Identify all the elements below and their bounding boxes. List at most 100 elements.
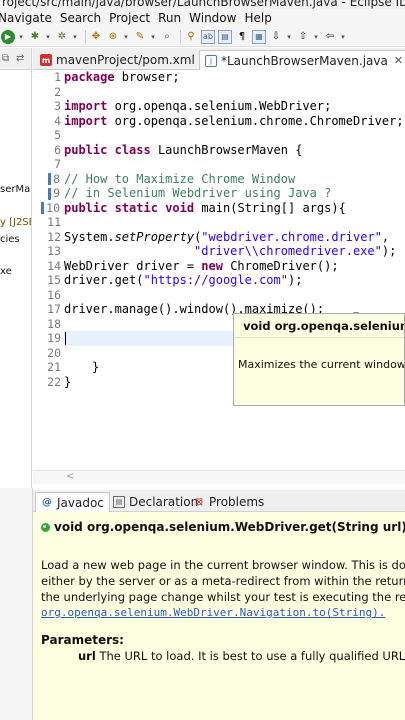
code-line: package browser; [64, 70, 180, 84]
left-panel-bottom-strip [0, 488, 33, 720]
package-explorer-tabbar: ⧉ ⇄ [0, 48, 31, 70]
menu-navigate[interactable]: Navigate [0, 11, 56, 25]
new-class-icon[interactable]: ⊛ [106, 30, 120, 44]
change-marker-icon [48, 173, 52, 185]
window-title-bar: roject/src/main/java/browser/LaunchBrows… [0, 0, 405, 9]
line-number-annotated: 9 [34, 186, 60, 201]
next-annotation-icon[interactable]: ⇩ [269, 30, 283, 44]
line-number: 2 [54, 84, 61, 99]
hover-javadoc-tooltip: void org.openqa.selenium.W Maximizes the… [233, 313, 405, 406]
new-class-dropdown-icon[interactable]: ▾ [123, 30, 129, 44]
javadoc-view: @ Javadoc ▤ Declaration ⊠ Problems void … [33, 490, 405, 720]
line-number: 6 [54, 142, 61, 157]
maven-icon: m [40, 54, 52, 66]
tab-problems[interactable]: ⊠ Problems [188, 492, 269, 512]
menu-bar: Navigate Search Project Run Window Help [0, 9, 405, 27]
line-number: 14 [47, 258, 61, 273]
package-explorer: ⧉ ⇄ serMa y [J2SE cies xe [0, 48, 32, 488]
editor-horizontal-scrollbar[interactable]: < [33, 470, 405, 484]
line-number: 20 [47, 345, 61, 360]
line-number: 7 [54, 157, 61, 171]
link-with-editor-icon[interactable]: ⇄ [16, 53, 24, 64]
toolbar-separator [180, 29, 181, 44]
tooltip-header: void org.openqa.selenium.W [234, 314, 404, 338]
change-marker-icon [41, 202, 45, 214]
javadoc-signature: void org.openqa.selenium.WebDriver.get(S… [41, 520, 405, 534]
bottom-tabbar: @ Javadoc ▤ Declaration ⊠ Problems [33, 490, 405, 512]
code-line: } [92, 360, 100, 374]
pin-icon[interactable]: ⚲ [184, 30, 198, 44]
javadoc-link-navigation-to[interactable]: org.openqa.selenium.WebDriver.Navigation… [41, 606, 385, 619]
show-whitespace-icon[interactable]: ¶ [235, 30, 249, 44]
code-line: System.setProperty("webdriver.chrome.dri… [64, 229, 390, 244]
line-number-annotated: 10 [34, 201, 60, 216]
toggle-block-selection-icon[interactable]: ▤ [218, 29, 232, 44]
new-package-icon[interactable]: ✥ [89, 30, 103, 44]
line-number: 15 [47, 273, 61, 287]
run-icon[interactable]: ▶ [1, 29, 15, 44]
run-dropdown-icon[interactable]: ▾ [18, 30, 24, 44]
previous-annotation-dropdown-icon[interactable]: ▾ [313, 30, 319, 44]
tooltip-signature: void org.openqa.selenium.W [243, 318, 404, 333]
text-cursor [65, 332, 66, 345]
external-tools-dropdown-icon[interactable]: ▾ [72, 30, 78, 44]
tree-item-dependencies[interactable]: cies [0, 234, 20, 245]
editor-tabbar: m mavenProject/pom.xml J *LaunchBrowserM… [33, 48, 405, 70]
window-title: roject/src/main/java/browser/LaunchBrows… [2, 0, 405, 9]
code-line: public static void main(String[] args){ [64, 200, 346, 215]
tree-item-driver-exe[interactable]: xe [0, 266, 12, 277]
code-line: WebDriver driver = new ChromeDriver(); [64, 258, 339, 273]
tree-item-jre-library[interactable]: y [J2SE [0, 217, 31, 228]
external-tools-icon[interactable]: ✲ [55, 30, 69, 44]
code-line: } [64, 374, 72, 389]
code-text-area[interactable]: package browser; import org.openqa.selen… [64, 70, 405, 480]
tab-javadoc[interactable]: @ Javadoc [35, 492, 110, 512]
line-number: 17 [47, 302, 61, 316]
code-line: public class LaunchBrowserMaven { [64, 142, 303, 157]
line-number: 19 [47, 331, 61, 345]
javadoc-parameter: url The URL to load. It is best to use a… [78, 649, 405, 663]
debug-dropdown-icon[interactable]: ▾ [45, 30, 51, 44]
search-icon[interactable]: ⌕ [160, 30, 174, 44]
package-explorer-view-icon[interactable]: ⧉ [2, 53, 9, 64]
line-number: 13 [47, 244, 61, 258]
open-type-icon[interactable]: ✎ [133, 30, 147, 44]
back-dropdown-icon[interactable]: ▾ [340, 30, 346, 44]
line-number-annotated: 8 [34, 172, 60, 187]
debug-icon[interactable]: ✱ [28, 30, 42, 44]
javadoc-text-line: either by the server or as a meta-redire… [41, 574, 405, 588]
tab-label: *LaunchBrowserMaven.java [221, 53, 388, 68]
line-number: 16 [47, 287, 61, 302]
line-number: 18 [47, 316, 61, 331]
menu-search[interactable]: Search [56, 11, 105, 25]
close-icon[interactable]: ✕ [394, 54, 403, 67]
line-number: 22 [47, 374, 61, 389]
code-editor: m mavenProject/pom.xml J *LaunchBrowserM… [33, 48, 405, 488]
toolbar-separator [85, 29, 86, 44]
tab-launch-browser-maven[interactable]: J *LaunchBrowserMaven.java ✕ [199, 50, 405, 70]
line-number-gutter: 1 2 3 4 5 6 7 8 9 10 11 12 13 14 15 16 1… [33, 70, 63, 480]
code-line: "driver\\chromedriver.exe"); [194, 244, 397, 258]
menu-help[interactable]: Help [240, 11, 275, 25]
next-annotation-dropdown-icon[interactable]: ▾ [286, 30, 292, 44]
declaration-icon: ▤ [113, 496, 125, 508]
tree-item-project[interactable]: serMa [0, 184, 30, 195]
previous-annotation-icon[interactable]: ⇧ [296, 30, 310, 44]
back-icon[interactable]: ⇦ [323, 30, 337, 44]
code-line: driver.get("https://google.com"); [64, 273, 303, 287]
menu-window[interactable]: Window [185, 11, 240, 25]
javadoc-text-line: Load a new web page in the current brows… [41, 558, 405, 572]
line-number: 12 [47, 229, 61, 244]
main-toolbar: ▶ ▾ ✱ ▾ ✲ ▾ ✥ ⊛ ▾ ✎ ▾ ⌕ ⚲ ab ▤ ¶ ▦ ⇩ ▾ ⇧… [0, 27, 405, 47]
scroll-left-icon[interactable]: < [66, 471, 74, 482]
toggle-mark-occurrences-icon[interactable]: ab [201, 29, 215, 44]
line-number: 21 [47, 360, 61, 374]
javadoc-parameters-heading: Parameters: [41, 633, 124, 647]
toggle-breadcrumb-icon[interactable]: ▦ [252, 29, 266, 44]
public-method-icon [41, 522, 50, 532]
menu-project[interactable]: Project [105, 11, 154, 25]
open-type-dropdown-icon[interactable]: ▾ [150, 30, 156, 44]
line-number: 11 [47, 215, 61, 229]
menu-run[interactable]: Run [154, 11, 185, 25]
tab-pom-xml[interactable]: m mavenProject/pom.xml [35, 50, 200, 70]
